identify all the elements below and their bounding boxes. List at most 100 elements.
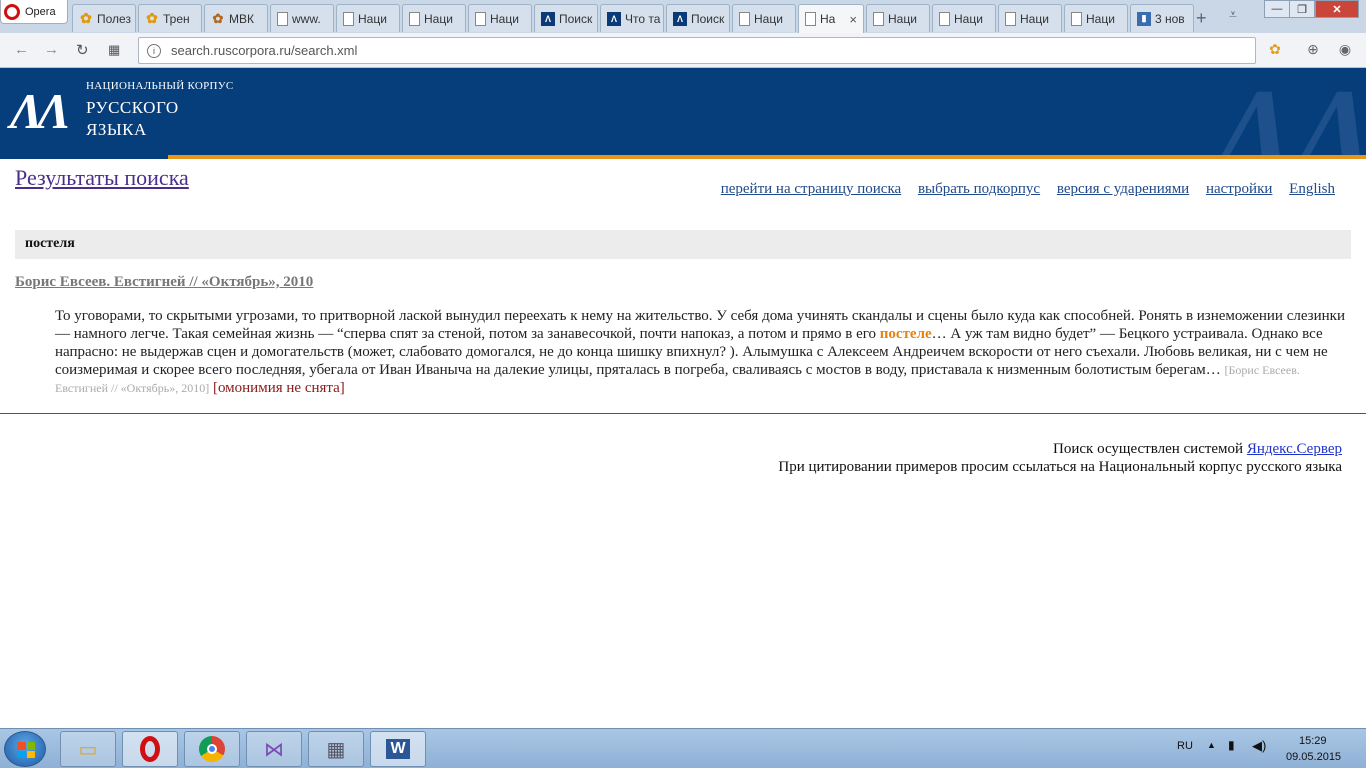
tab-list-icon[interactable]: ⩡ <box>1229 6 1237 23</box>
tab-label: Наци <box>1020 11 1049 26</box>
tab-16[interactable]: ▮ 3 нов <box>1130 4 1194 32</box>
tab-4[interactable]: Наци <box>336 4 400 32</box>
logo-text-small: НАЦИОНАЛЬНЫЙ КОРПУС <box>86 80 234 92</box>
clock-date[interactable]: 09.05.2015 <box>1286 751 1341 763</box>
tab-label: Наци <box>888 11 917 26</box>
start-button[interactable] <box>4 731 46 767</box>
document-icon <box>873 11 884 26</box>
account-icon[interactable]: ◉ <box>1336 40 1354 58</box>
stress-version-link[interactable]: версия с ударениями <box>1057 181 1189 197</box>
tab-9[interactable]: Λ Поиск <box>666 4 730 32</box>
tab-12[interactable]: Наци <box>866 4 930 32</box>
document-icon <box>409 11 420 26</box>
tab-label: Наци <box>358 11 387 26</box>
page-footer: Поиск осуществлен системой Яндекс.Сервер… <box>778 440 1342 476</box>
document-icon <box>343 11 354 26</box>
opera-menu-label: Opera <box>25 5 56 18</box>
taskbar-word-icon[interactable]: W <box>370 731 426 767</box>
tab-label: Наци <box>954 11 983 26</box>
header-stripe <box>0 155 1366 159</box>
tab-3[interactable]: www. <box>270 4 334 32</box>
tab-8[interactable]: Λ Что та <box>600 4 664 32</box>
document-icon <box>805 12 816 26</box>
tab-label: Что та <box>625 11 661 26</box>
back-icon[interactable]: ← <box>14 41 29 58</box>
window-close-button[interactable]: ✕ <box>1315 0 1359 18</box>
nkrya-icon: Λ <box>541 11 555 26</box>
divider <box>0 413 1366 414</box>
yandex-server-link[interactable]: Яндекс.Сервер <box>1247 441 1342 457</box>
query-text: постеля <box>25 236 75 251</box>
sun-icon: ✿ <box>146 10 158 26</box>
document-icon <box>1071 11 1082 26</box>
url-field[interactable]: i <box>138 37 1256 64</box>
clock-time[interactable]: 15:29 <box>1299 735 1327 747</box>
download-icon[interactable]: ⊕ <box>1304 40 1322 58</box>
header-logo-watermark: ΛΛ <box>1215 68 1366 156</box>
tab-label: Трен <box>163 11 190 26</box>
tab-label: Полез <box>97 11 131 26</box>
footer-search-text: Поиск осуществлен системой <box>1053 441 1247 457</box>
tab-label: Наци <box>1086 11 1115 26</box>
site-header: ΛΛ ΛΛ НАЦИОНАЛЬНЫЙ КОРПУС РУССКОГО ЯЗЫКА <box>0 68 1366 156</box>
tab-2[interactable]: ✿ МВК <box>204 4 268 32</box>
minimize-button[interactable]: — <box>1264 0 1290 18</box>
tab-15[interactable]: Наци <box>1064 4 1128 32</box>
english-link[interactable]: English <box>1289 181 1335 197</box>
tab-5[interactable]: Наци <box>402 4 466 32</box>
tab-close-icon[interactable]: × <box>849 12 857 27</box>
tab-14[interactable]: Наци <box>998 4 1062 32</box>
extension-flower-icon[interactable]: ✿ <box>1266 40 1284 58</box>
tab-label: Наци <box>754 11 783 26</box>
tab-10[interactable]: Наци <box>732 4 796 32</box>
windows-logo-icon <box>17 742 35 758</box>
tab-label: На <box>820 12 836 26</box>
tab-13[interactable]: Наци <box>932 4 996 32</box>
subcorpus-link[interactable]: выбрать подкорпус <box>918 181 1040 197</box>
tab-7[interactable]: Λ Поиск <box>534 4 598 32</box>
tab-6[interactable]: Наци <box>468 4 532 32</box>
leaf-icon: ✿ <box>212 10 224 26</box>
tray-expand-icon[interactable]: ▲ <box>1207 740 1216 750</box>
volume-icon[interactable]: ◀) <box>1252 738 1266 754</box>
footer-line-1: Поиск осуществлен системой Яндекс.Сервер <box>778 440 1342 458</box>
logo-mark-icon: ΛΛ <box>10 83 71 139</box>
taskbar: ▭ ⋈ ▦ W RU ▲ ▮ ◀) 15:29 09.05.2015 <box>0 728 1366 768</box>
maximize-button[interactable]: ❐ <box>1289 0 1315 18</box>
tab-label: Поиск <box>559 11 593 26</box>
homonymy-link[interactable]: [омонимия не снята] <box>213 380 345 396</box>
network-icon[interactable]: ▮ <box>1228 738 1235 752</box>
taskbar-visual-studio-icon[interactable]: ⋈ <box>246 731 302 767</box>
footer-line-2: При цитировании примеров просим ссылатьс… <box>778 459 1342 475</box>
document-title-link[interactable]: Борис Евсеев. Евстигней // «Октябрь», 20… <box>15 274 313 291</box>
opera-menu-button[interactable]: Opera <box>0 0 68 24</box>
search-page-link[interactable]: перейти на страницу поиска <box>721 181 901 197</box>
tab-1[interactable]: ✿ Трен <box>138 4 202 32</box>
language-indicator[interactable]: RU <box>1177 740 1193 752</box>
logo-text-large: РУССКОГО ЯЗЫКА <box>86 97 179 141</box>
document-icon <box>1005 11 1016 26</box>
taskbar-calculator-icon[interactable]: ▦ <box>308 731 364 767</box>
taskbar-opera-icon[interactable] <box>122 731 178 767</box>
new-tab-icon[interactable]: + <box>1196 8 1207 29</box>
forward-icon[interactable]: → <box>44 41 59 58</box>
tab-label: Наци <box>424 11 453 26</box>
taskbar-explorer-icon[interactable]: ▭ <box>60 731 116 767</box>
page-title-link[interactable]: Результаты поиска <box>15 165 189 191</box>
document-icon <box>277 11 288 26</box>
tab-label: Наци <box>490 11 519 26</box>
document-icon <box>475 11 486 26</box>
site-info-icon[interactable]: i <box>147 43 161 58</box>
tab-0[interactable]: ✿ Полез <box>72 4 136 32</box>
opera-icon <box>4 3 20 20</box>
taskbar-chrome-icon[interactable] <box>184 731 240 767</box>
settings-link[interactable]: настройки <box>1206 181 1272 197</box>
tab-label: www. <box>292 11 321 26</box>
document-icon <box>939 11 950 26</box>
tab-11[interactable]: На × <box>798 4 864 33</box>
nkrya-icon: Λ <box>607 11 621 26</box>
header-stripe-left <box>0 155 168 159</box>
url-input[interactable] <box>171 43 1171 58</box>
speed-dial-icon[interactable]: ▦ <box>108 42 120 58</box>
reload-icon[interactable]: ↻ <box>76 41 89 59</box>
